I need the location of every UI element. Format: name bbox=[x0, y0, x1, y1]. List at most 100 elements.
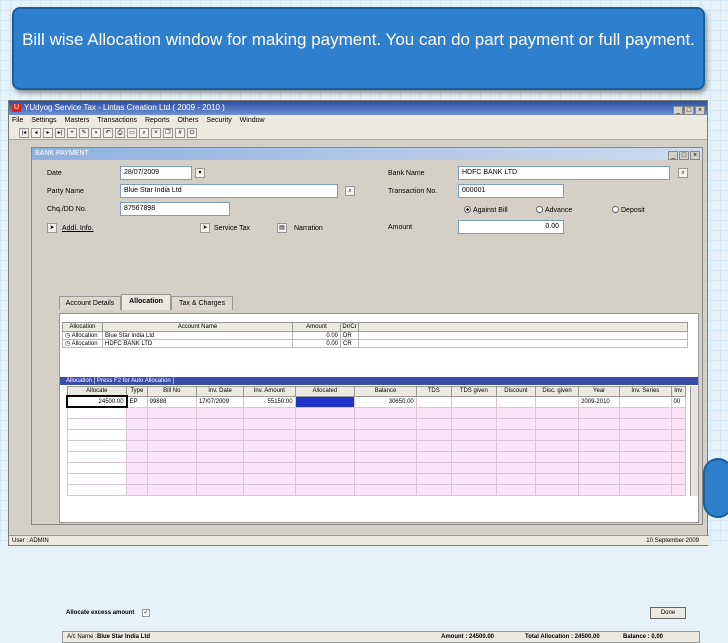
col-discount: Discount bbox=[495, 386, 536, 397]
narration-link[interactable]: Narration bbox=[294, 225, 323, 232]
table-row[interactable]: 24500.00 EP 99888 17/07/2009 55150.00 30… bbox=[66, 395, 687, 408]
table-row[interactable] bbox=[66, 461, 687, 474]
party-lookup-icon[interactable]: ⌕ bbox=[345, 186, 355, 196]
tab-tax-charges[interactable]: Tax & Charges bbox=[171, 296, 233, 310]
delete-icon[interactable]: × bbox=[151, 128, 161, 138]
app-logo-icon: U bbox=[12, 103, 21, 112]
amount-cell: 0.00 bbox=[292, 331, 341, 340]
amount-field[interactable]: 0.00 bbox=[458, 220, 564, 234]
copy-icon[interactable]: ❐ bbox=[163, 128, 173, 138]
new-icon[interactable]: + bbox=[67, 128, 77, 138]
close-icon[interactable]: × bbox=[695, 106, 705, 115]
col-amount: Amount bbox=[292, 322, 341, 332]
last-record-icon[interactable]: ▸| bbox=[55, 128, 65, 138]
table-row[interactable]: ◷ Allocation HDFC BANK LTD 0.00 CR bbox=[62, 339, 688, 348]
account-name-cell: HDFC BANK LTD bbox=[102, 339, 293, 348]
tab-allocation[interactable]: Allocation bbox=[121, 294, 171, 310]
edit-icon[interactable]: ✎ bbox=[79, 128, 89, 138]
deposit-radio[interactable]: Deposit bbox=[612, 206, 645, 214]
bill-allocation-grid: Allocate Type Bill No Inv. Date Inv. Amo… bbox=[66, 386, 687, 496]
table-row[interactable] bbox=[66, 483, 687, 496]
app-title: YUdyog Service Tax - Lintas Creation Ltd… bbox=[24, 103, 225, 112]
allocation-button[interactable]: ◷ Allocation bbox=[62, 331, 103, 340]
child-minimize-icon[interactable]: _ bbox=[668, 151, 678, 160]
table-row[interactable] bbox=[66, 417, 687, 430]
allocate-cell[interactable]: 24500.00 bbox=[66, 395, 128, 408]
table-row[interactable] bbox=[66, 406, 687, 419]
col-tds: TDS bbox=[415, 386, 452, 397]
amount-cell: 0.00 bbox=[292, 339, 341, 348]
print-icon[interactable]: ⎙ bbox=[115, 128, 125, 138]
service-tax-icon[interactable]: ➤ bbox=[200, 223, 210, 233]
transaction-no-label: Transaction No. bbox=[388, 188, 438, 195]
find-icon[interactable]: ⌕ bbox=[139, 128, 149, 138]
date-field[interactable]: 28/07/2009 bbox=[120, 166, 192, 180]
allocation-button[interactable]: ◷ Allocation bbox=[62, 339, 103, 348]
against-bill-radio[interactable]: Against Bill bbox=[464, 206, 508, 214]
radio-icon bbox=[612, 206, 619, 213]
party-name-field[interactable]: Blue Star India Ltd bbox=[120, 184, 338, 198]
allocate-excess-checkbox[interactable]: ✓ bbox=[142, 609, 150, 617]
prev-record-icon[interactable]: ◂ bbox=[31, 128, 41, 138]
col-allocated: Allocated bbox=[294, 386, 356, 397]
menu-file[interactable]: File bbox=[12, 117, 23, 124]
menu-security[interactable]: Security bbox=[206, 117, 231, 124]
bank-lookup-icon[interactable]: ⌕ bbox=[678, 168, 688, 178]
status-bar: User : ADMIN 10 September 2009 bbox=[9, 535, 709, 545]
table-row[interactable] bbox=[66, 450, 687, 463]
undo-icon[interactable]: ↶ bbox=[103, 128, 113, 138]
footer-amount: Amount : 24500.00 bbox=[441, 634, 495, 640]
date-dropdown-icon[interactable]: ▾ bbox=[195, 168, 205, 178]
service-tax-link[interactable]: Service Tax bbox=[214, 225, 250, 232]
first-record-icon[interactable]: |◂ bbox=[19, 128, 29, 138]
year-cell: 2009-2010 bbox=[578, 395, 621, 408]
addl-info-icon[interactable]: ➤ bbox=[47, 223, 57, 233]
type-cell: EP bbox=[126, 395, 148, 408]
preview-icon[interactable]: ▭ bbox=[127, 128, 137, 138]
grid-scrollbar[interactable] bbox=[690, 386, 698, 496]
menu-others[interactable]: Others bbox=[177, 117, 198, 124]
inv-amount-cell: 55150.00 bbox=[243, 395, 296, 408]
addl-info-link[interactable]: Addl. Info. bbox=[62, 225, 94, 232]
done-button[interactable]: Done bbox=[650, 607, 686, 619]
ac-name-label: A/c Name : bbox=[67, 634, 97, 640]
decorative-shape bbox=[703, 458, 728, 518]
col-account-name: Account Name bbox=[102, 322, 293, 332]
col-inv-date: Inv. Date bbox=[195, 386, 245, 397]
child-maximize-icon[interactable]: □ bbox=[679, 151, 689, 160]
menu-window[interactable]: Window bbox=[240, 117, 265, 124]
menu-settings[interactable]: Settings bbox=[31, 117, 56, 124]
col-year: Year bbox=[578, 386, 621, 397]
child-close-icon[interactable]: × bbox=[690, 151, 700, 160]
allocated-cell[interactable] bbox=[294, 395, 356, 408]
table-row[interactable] bbox=[66, 439, 687, 452]
cheque-field[interactable]: 87567898 bbox=[120, 202, 230, 216]
menu-masters[interactable]: Masters bbox=[64, 117, 89, 124]
callout-box: Bill wise Allocation window for making p… bbox=[12, 7, 705, 90]
footer-balance: Balance : 0.00 bbox=[623, 634, 664, 640]
exit-icon[interactable]: ⏻ bbox=[187, 128, 197, 138]
account-name-cell: Blue Star India Ltd bbox=[102, 331, 293, 340]
table-row[interactable] bbox=[66, 428, 687, 441]
transaction-no-field[interactable]: 000001 bbox=[458, 184, 564, 198]
col-tds-given: TDS given bbox=[450, 386, 497, 397]
app-window: U YUdyog Service Tax - Lintas Creation Lt… bbox=[8, 100, 709, 643]
maximize-icon[interactable]: □ bbox=[684, 106, 694, 115]
next-record-icon[interactable]: ▸ bbox=[43, 128, 53, 138]
minimize-icon[interactable]: _ bbox=[673, 106, 683, 115]
calculator-icon[interactable]: # bbox=[175, 128, 185, 138]
bank-name-field[interactable]: HDFC BANK LTD bbox=[458, 166, 670, 180]
radio-selected-icon bbox=[464, 206, 471, 213]
table-row[interactable]: ◷ Allocation Blue Star India Ltd 0.00 DR bbox=[62, 331, 688, 340]
menu-reports[interactable]: Reports bbox=[145, 117, 170, 124]
app-titlebar: U YUdyog Service Tax - Lintas Creation Lt… bbox=[9, 101, 707, 115]
save-icon[interactable]: ▪ bbox=[91, 128, 101, 138]
table-row[interactable] bbox=[66, 472, 687, 485]
narration-icon[interactable]: ▤ bbox=[277, 223, 287, 233]
advance-radio[interactable]: Advance bbox=[536, 206, 572, 214]
tab-account-details[interactable]: Account Details bbox=[59, 296, 121, 310]
bill-no-cell: 99888 bbox=[146, 395, 197, 408]
cheque-label: Chq./DD No. bbox=[47, 206, 87, 213]
menu-transactions[interactable]: Transactions bbox=[97, 117, 137, 124]
col-drcr: Dr/Cr bbox=[340, 322, 359, 332]
